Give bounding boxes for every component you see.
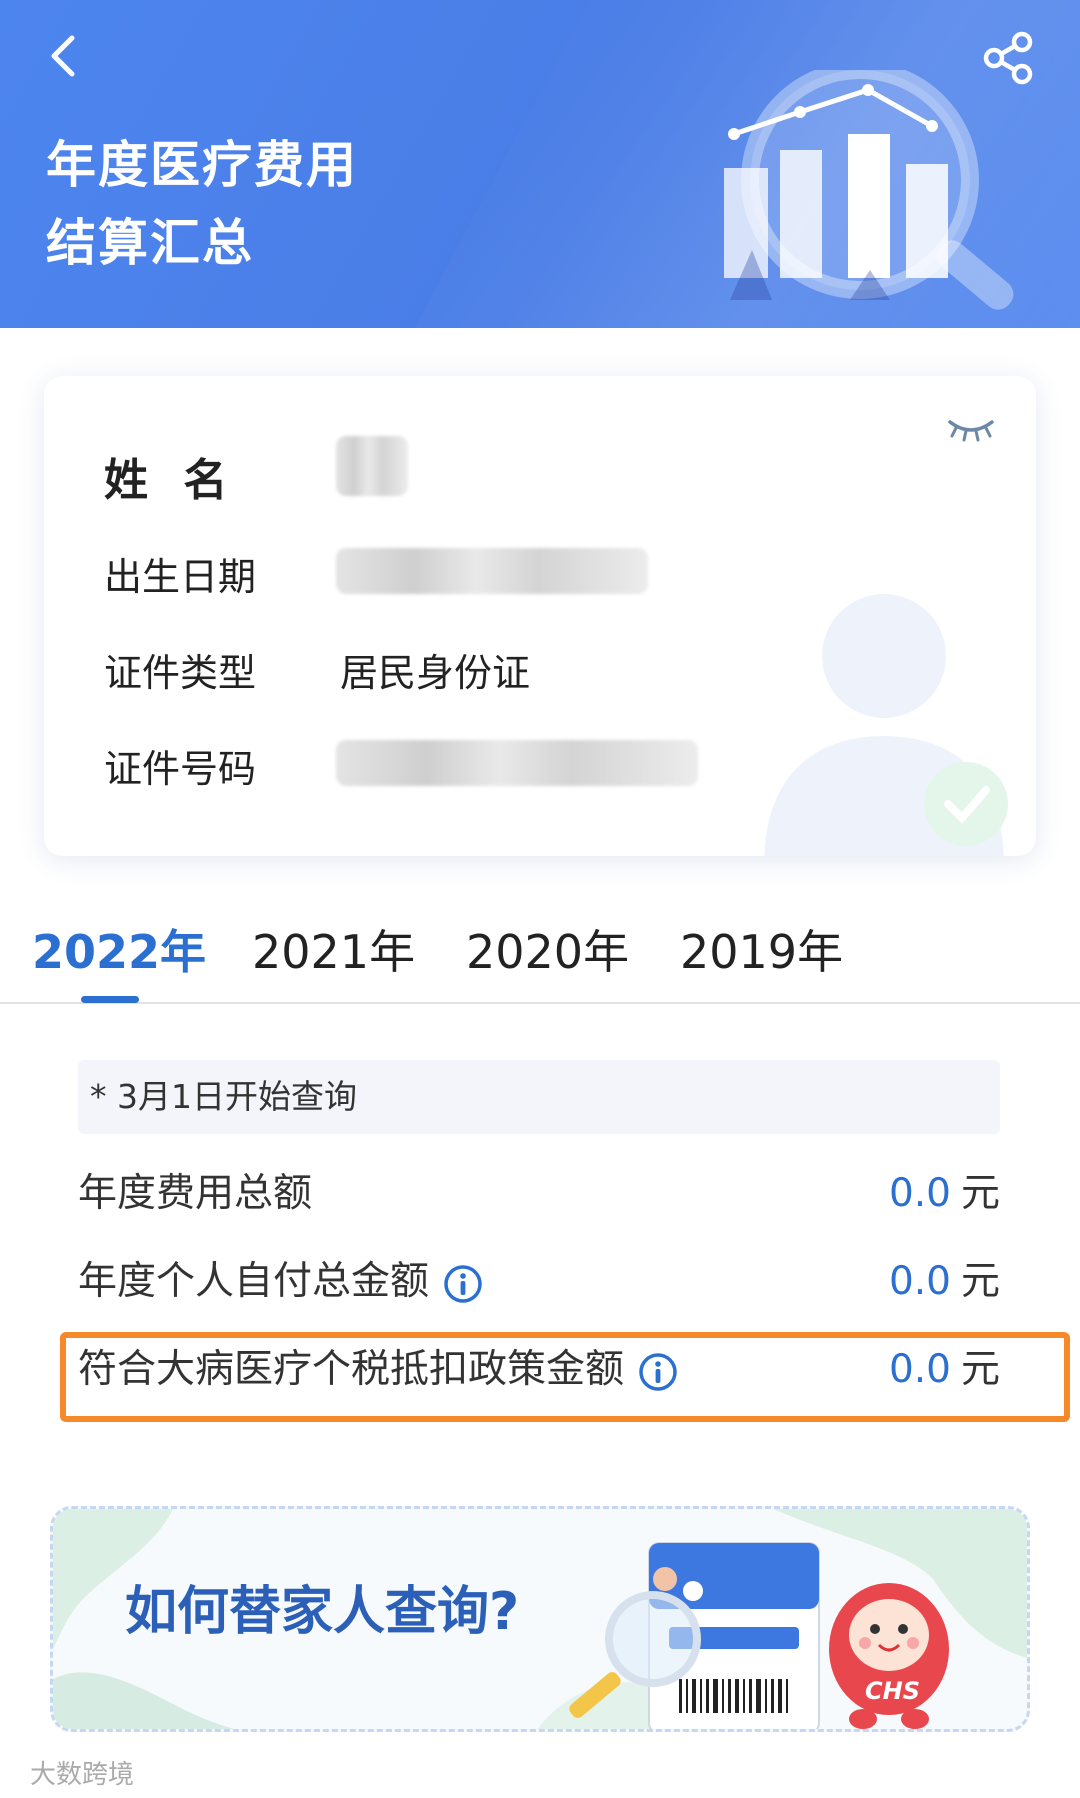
amount-label: 年度费用总额	[78, 1171, 313, 1216]
year-tabs: 2022年 2021年 2020年 2019年	[0, 900, 1080, 1004]
amount-number: 0.0	[888, 1171, 951, 1216]
amount-label: 符合大病医疗个税抵扣政策金额	[78, 1347, 625, 1392]
page-title-line1: 年度医疗费用	[46, 136, 358, 194]
birthdate-value-redacted	[336, 548, 648, 594]
eye-closed-icon	[948, 420, 994, 442]
amount-label-wrap: 年度个人自付总金额	[78, 1252, 483, 1312]
amount-row-self-pay: 年度个人自付总金额 0.0 元	[78, 1252, 1000, 1312]
avatar-silhouette-icon	[764, 594, 1008, 856]
amount-unit: 元	[960, 1259, 1000, 1304]
active-tab-indicator	[81, 996, 139, 1003]
name-value-redacted	[336, 436, 408, 496]
chevron-left-icon	[51, 35, 75, 77]
amount-number: 0.0	[888, 1347, 951, 1392]
amount-value: 0.0 元	[889, 1164, 1000, 1224]
amount-number: 0.0	[888, 1259, 951, 1304]
amount-row-total: 年度费用总额 0.0 元	[78, 1164, 1000, 1224]
id-number-label: 证件号码	[104, 747, 257, 791]
header: 年度医疗费用 结算汇总	[0, 0, 1080, 328]
amount-value: 0.0 元	[889, 1252, 1000, 1312]
id-type-label: 证件类型	[104, 651, 257, 695]
watermark: 大数跨境	[30, 1760, 135, 1790]
id-number-value-redacted	[336, 740, 698, 786]
amount-unit: 元	[960, 1347, 1000, 1392]
query-note: * 3月1日开始查询	[78, 1060, 1000, 1134]
info-icon[interactable]	[443, 1264, 483, 1304]
birthdate-label: 出生日期	[104, 555, 257, 599]
info-icon[interactable]	[638, 1352, 678, 1392]
tab-2022[interactable]: 2022年	[32, 916, 206, 982]
amount-label-wrap: 符合大病医疗个税抵扣政策金额	[78, 1340, 678, 1400]
amount-row-tax-deduction: 符合大病医疗个税抵扣政策金额 0.0 元	[78, 1340, 1000, 1400]
amount-value: 0.0 元	[889, 1340, 1000, 1400]
name-label: 姓 名	[104, 455, 238, 506]
chart-magnifier-illustration	[724, 70, 1014, 310]
tab-2020[interactable]: 2020年	[466, 916, 629, 982]
profile-card: 姓 名 出生日期 证件类型 居民身份证 证件号码	[44, 376, 1036, 856]
amount-label: 年度个人自付总金额	[78, 1259, 430, 1304]
family-query-banner[interactable]: 如何替家人查询? CHS	[50, 1506, 1030, 1732]
back-button[interactable]	[36, 26, 96, 86]
tab-2019[interactable]: 2019年	[680, 916, 843, 982]
toggle-visibility-button[interactable]	[944, 414, 998, 444]
amount-unit: 元	[960, 1171, 1000, 1216]
id-type-value: 居民身份证	[340, 651, 531, 695]
mascot-logo-text: CHS	[865, 1677, 920, 1705]
page-title: 年度医疗费用 结算汇总	[46, 126, 358, 282]
tab-2021[interactable]: 2021年	[252, 916, 415, 982]
page-title-line2: 结算汇总	[46, 214, 254, 272]
banner-title: 如何替家人查询?	[125, 1582, 520, 1642]
